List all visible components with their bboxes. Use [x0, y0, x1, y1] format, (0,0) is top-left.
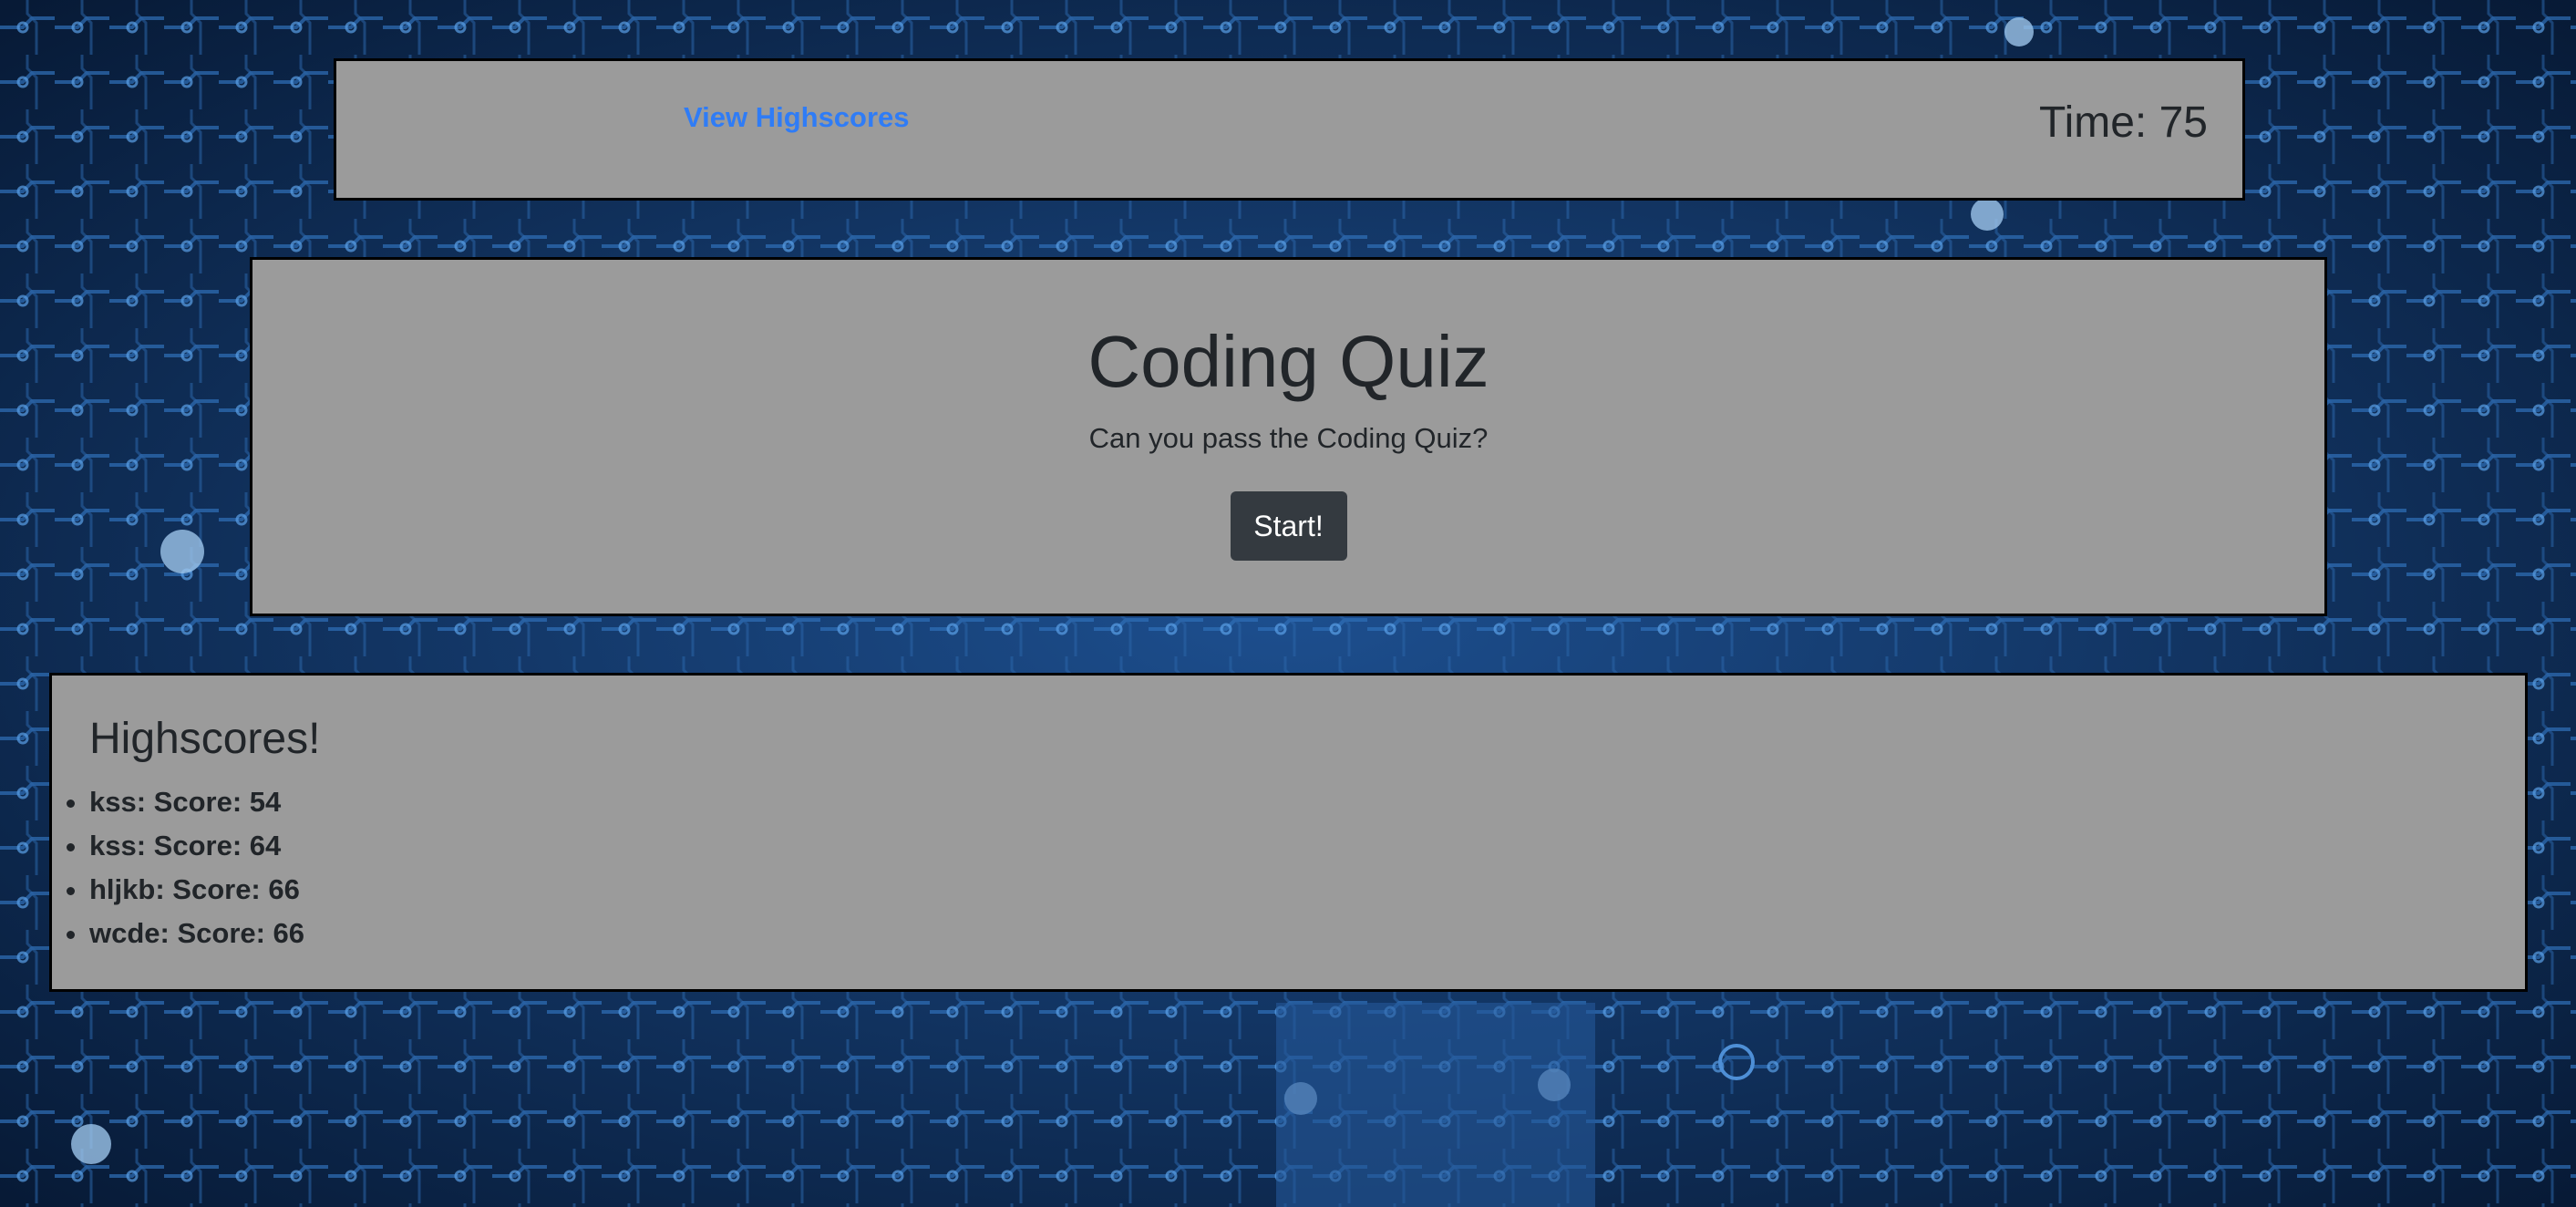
start-button[interactable]: Start!: [1230, 491, 1347, 561]
quiz-subtitle: Can you pass the Coding Quiz?: [1088, 422, 1489, 454]
quiz-start-card: Coding Quiz Can you pass the Coding Quiz…: [250, 257, 2327, 616]
timer-display: Time: 75: [2039, 98, 2208, 147]
highscore-entry: kss: Score: 54: [89, 780, 304, 824]
header-bar: View Highscores Time: 75: [334, 58, 2245, 201]
view-highscores-link[interactable]: View Highscores: [684, 101, 910, 134]
highscore-entry: wcde: Score: 66: [89, 912, 304, 955]
quiz-title: Coding Quiz: [1087, 321, 1489, 402]
highscore-entry: kss: Score: 64: [89, 824, 304, 868]
highscore-entry: hljkb: Score: 66: [89, 868, 304, 912]
highscores-list: kss: Score: 54 kss: Score: 64 hljkb: Sco…: [89, 780, 304, 955]
highscores-title: Highscores!: [89, 715, 321, 763]
highscores-panel: Highscores! kss: Score: 54 kss: Score: 6…: [49, 673, 2528, 992]
